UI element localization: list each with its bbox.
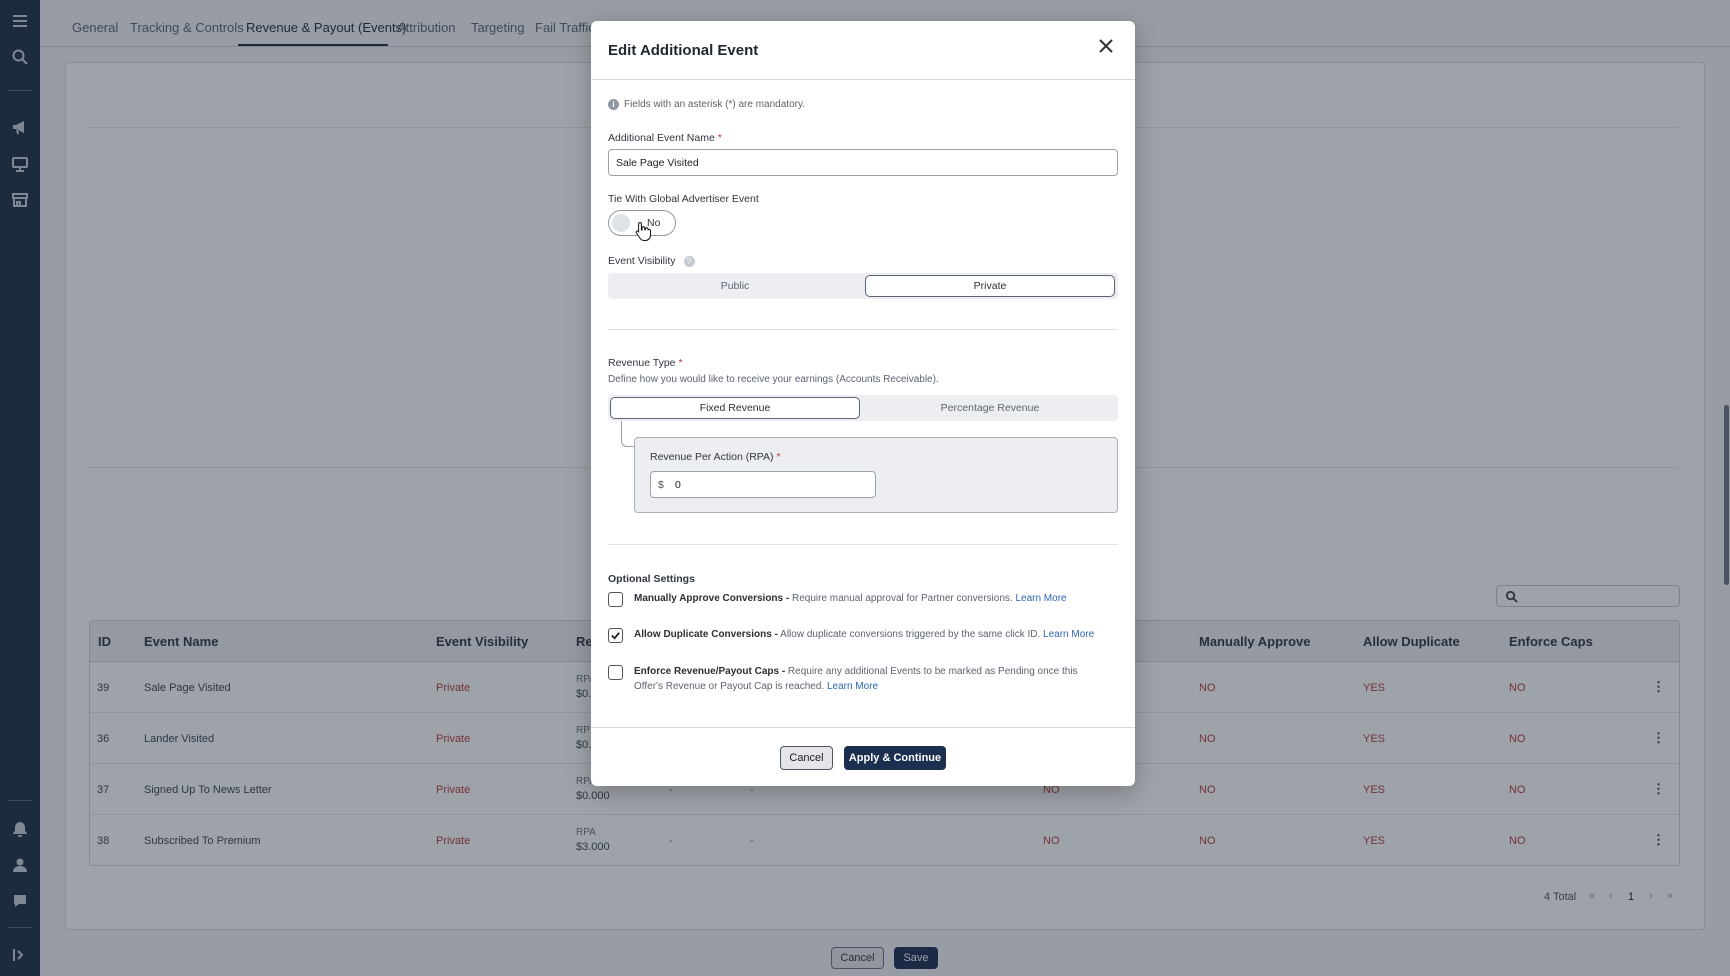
section-divider	[608, 329, 1118, 330]
rpa-input[interactable]: $ 0	[650, 471, 876, 498]
manually-approve-text: Manually Approve Conversions - Require m…	[634, 593, 1067, 604]
learn-more-link[interactable]: Learn More	[1015, 593, 1066, 604]
event-name-input[interactable]: Sale Page Visited	[608, 149, 1118, 176]
enforce-caps-checkbox[interactable]	[608, 665, 623, 680]
learn-more-link[interactable]: Learn More	[1043, 629, 1094, 640]
rpa-value: 0	[675, 479, 681, 491]
event-visibility-segmented: Public Private	[608, 273, 1118, 299]
rpa-section: Revenue Per Action (RPA) * $ 0	[634, 437, 1118, 513]
checkmark-icon	[611, 632, 620, 640]
close-icon[interactable]	[1097, 37, 1115, 55]
visibility-public-option[interactable]: Public	[610, 275, 860, 297]
allow-duplicate-text: Allow Duplicate Conversions - Allow dupl…	[634, 629, 1095, 640]
manually-approve-checkbox[interactable]	[608, 592, 623, 607]
modal-cancel-button[interactable]: Cancel	[780, 746, 833, 770]
event-visibility-label: Event Visibility?	[608, 255, 695, 267]
revenue-type-description: Define how you would like to receive you…	[608, 374, 939, 385]
allow-duplicate-checkbox[interactable]	[608, 628, 623, 643]
fixed-revenue-option[interactable]: Fixed Revenue	[610, 397, 860, 419]
modal-footer-divider	[591, 727, 1135, 728]
optional-settings-title: Optional Settings	[608, 573, 695, 585]
section-divider	[608, 544, 1118, 545]
modal-title: Edit Additional Event	[608, 42, 759, 59]
tie-global-event-label: Tie With Global Advertiser Event	[608, 193, 759, 205]
toggle-knob	[612, 214, 630, 232]
revenue-type-segmented: Fixed Revenue Percentage Revenue	[608, 395, 1118, 421]
edit-event-modal: Edit Additional Event i Fields with an a…	[591, 21, 1135, 786]
enforce-caps-text: Enforce Revenue/Payout Caps - Require an…	[634, 666, 1078, 692]
learn-more-link[interactable]: Learn More	[827, 681, 878, 692]
info-icon: i	[608, 99, 619, 110]
visibility-private-option[interactable]: Private	[865, 275, 1115, 297]
rpa-label: Revenue Per Action (RPA) *	[650, 451, 781, 463]
rpa-connector-line	[621, 421, 635, 447]
mandatory-note-text: Fields with an asterisk (*) are mandator…	[624, 99, 805, 110]
mandatory-note: i Fields with an asterisk (*) are mandat…	[608, 99, 805, 110]
revenue-type-label: Revenue Type *	[608, 357, 683, 369]
event-name-label: Additional Event Name *	[608, 132, 722, 144]
currency-prefix: $	[658, 479, 664, 491]
percentage-revenue-option[interactable]: Percentage Revenue	[865, 397, 1115, 419]
apply-continue-button[interactable]: Apply & Continue	[844, 746, 946, 770]
modal-header-divider	[591, 79, 1135, 80]
pointer-cursor-icon	[635, 221, 651, 241]
help-icon[interactable]: ?	[683, 255, 695, 267]
